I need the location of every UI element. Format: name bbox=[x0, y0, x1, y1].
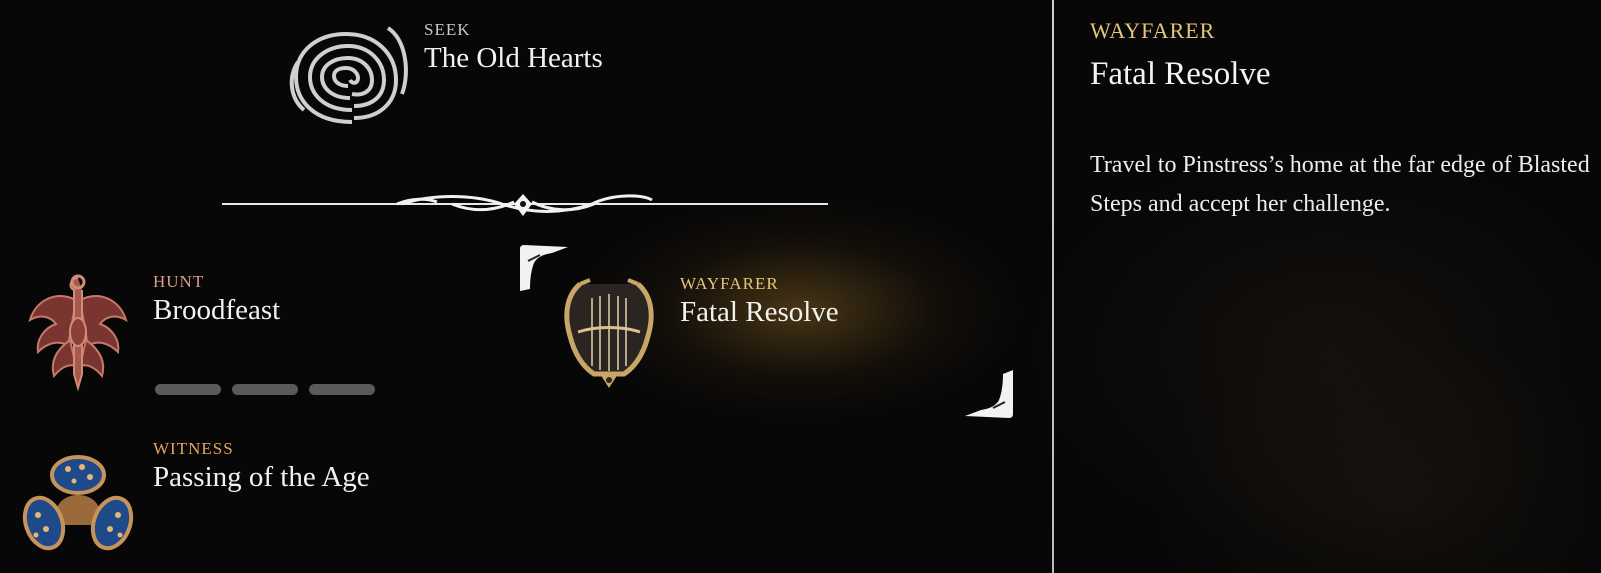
lyre-icon bbox=[564, 278, 654, 388]
detail-category: WAYFARER bbox=[1090, 18, 1216, 43]
progress-pip bbox=[155, 384, 221, 395]
quest-category: HUNT bbox=[153, 272, 205, 291]
hunt-crest-icon bbox=[28, 274, 128, 392]
progress-pip bbox=[232, 384, 298, 395]
quest-category: SEEK bbox=[424, 20, 471, 39]
quest-category: WAYFARER bbox=[680, 274, 779, 293]
spiral-heart-icon bbox=[289, 26, 408, 124]
panel-divider bbox=[1052, 0, 1054, 573]
spotted-eggs-icon bbox=[22, 455, 134, 551]
detail-title: Fatal Resolve bbox=[1090, 56, 1271, 92]
selection-corner-bottom-right bbox=[965, 370, 1013, 418]
quest-title: The Old Hearts bbox=[424, 42, 603, 74]
quest-title: Broodfeast bbox=[153, 294, 281, 326]
progress-pip bbox=[309, 384, 375, 395]
quest-title: Fatal Resolve bbox=[680, 296, 839, 328]
quest-category: WITNESS bbox=[153, 439, 234, 458]
detail-description: Travel to Pinstress’s home at the far ed… bbox=[1090, 152, 1590, 217]
quest-title: Passing of the Age bbox=[153, 461, 370, 493]
ornamental-divider bbox=[222, 194, 828, 216]
